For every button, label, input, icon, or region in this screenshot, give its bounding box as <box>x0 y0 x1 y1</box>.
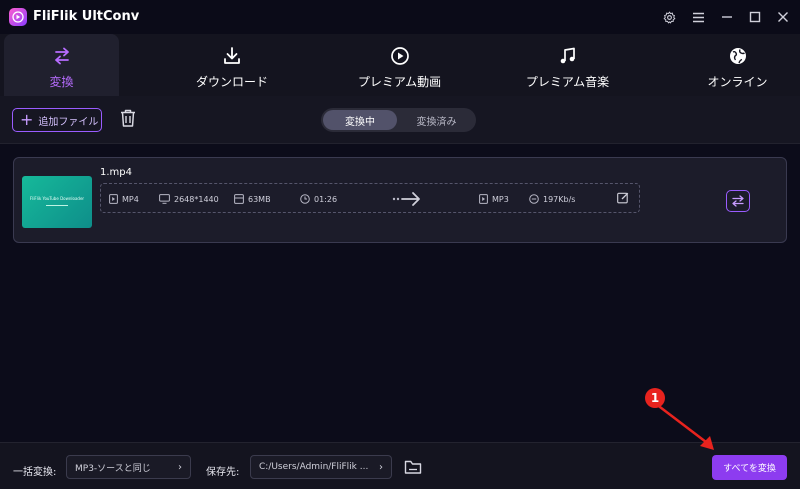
batch-format-value: MP3-ソースと同じ <box>75 463 151 474</box>
segment-converted[interactable]: 変換済み <box>399 110 474 130</box>
tab-label: プレミアム音楽 <box>525 75 610 89</box>
save-path-select[interactable]: C:/Users/Admin/FliFlik ... › <box>250 455 392 479</box>
source-size: 63MB <box>234 192 271 206</box>
target-bitrate: 197Kb/s <box>529 192 575 206</box>
maximize-icon[interactable] <box>746 8 764 26</box>
save-location-label: 保存先: <box>206 467 240 478</box>
trash-icon[interactable] <box>119 108 137 128</box>
music-note-icon <box>558 46 578 66</box>
menu-icon[interactable] <box>689 8 707 26</box>
tab-label: 変換 <box>49 75 74 89</box>
target-bitrate-value: 197Kb/s <box>543 194 576 204</box>
add-file-button[interactable]: + 追加ファイル <box>12 108 102 132</box>
audio-file-icon <box>479 194 488 204</box>
source-duration: 01:26 <box>300 192 337 206</box>
tab-label: ダウンロード <box>195 75 268 89</box>
source-duration-value: 01:26 <box>314 194 338 204</box>
tab-label: オンライン <box>707 75 768 89</box>
annotation-arrow <box>654 402 714 450</box>
open-folder-icon[interactable] <box>404 459 422 475</box>
play-circle-icon <box>390 46 410 66</box>
monitor-icon <box>159 194 170 204</box>
target-format-value: MP3 <box>492 194 509 204</box>
thumbnail-subline <box>46 205 68 206</box>
source-resolution: 2648*1440 <box>159 192 219 206</box>
target-format: MP3 <box>479 192 509 206</box>
storage-icon <box>234 194 244 204</box>
bitrate-icon <box>529 194 539 204</box>
conversion-info-box: MP4 2648*1440 63MB 01:26 MP3 197Kb/s <box>100 183 640 213</box>
download-icon <box>222 46 242 66</box>
file-name: 1.mp4 <box>100 167 132 178</box>
file-list-item: FliFlik YouTube Downloader 1.mp4 MP4 264… <box>13 157 787 243</box>
source-resolution-value: 2648*1440 <box>174 194 219 204</box>
main-navigation: 変換 ダウンロード プレミアム動画 プレミアム音楽 オンライン <box>0 34 800 96</box>
video-thumbnail: FliFlik YouTube Downloader <box>22 176 92 228</box>
globe-icon <box>728 46 748 66</box>
video-file-icon <box>109 194 118 204</box>
convert-arrows-icon <box>52 46 72 66</box>
convert-arrows-icon <box>732 195 744 207</box>
edit-settings-icon[interactable] <box>617 192 629 204</box>
source-size-value: 63MB <box>248 194 271 204</box>
step-number-badge: 1 <box>645 388 665 408</box>
add-file-label: 追加ファイル <box>38 116 99 128</box>
clock-icon <box>300 194 310 204</box>
status-segmented-control: 変換中 変換済み <box>321 108 476 132</box>
app-title: FliFlik UltConv <box>33 9 140 24</box>
tab-label: プレミアム動画 <box>357 75 442 89</box>
minimize-icon[interactable] <box>718 8 736 26</box>
source-format-value: MP4 <box>122 194 139 204</box>
chevron-right-icon: › <box>178 462 182 473</box>
chevron-right-icon: › <box>379 462 383 473</box>
batch-convert-label: 一括変換: <box>13 467 57 478</box>
close-icon[interactable] <box>774 8 792 26</box>
segment-converting[interactable]: 変換中 <box>323 110 397 130</box>
tab-premium-video[interactable]: プレミアム動画 <box>337 34 462 96</box>
convert-file-button[interactable] <box>726 190 750 212</box>
settings-gear-icon[interactable] <box>660 8 678 26</box>
source-format: MP4 <box>109 192 139 206</box>
title-bar: FliFlik UltConv <box>0 0 800 34</box>
app-logo-icon <box>9 8 27 26</box>
batch-format-select[interactable]: MP3-ソースと同じ › <box>66 455 191 479</box>
save-path-value: C:/Users/Admin/FliFlik ... <box>259 462 369 472</box>
conversion-arrow-icon <box>392 192 420 206</box>
tab-online[interactable]: オンライン <box>690 34 785 96</box>
tab-download[interactable]: ダウンロード <box>172 34 292 96</box>
plus-icon: + <box>20 110 34 129</box>
tab-convert[interactable]: 変換 <box>4 34 119 96</box>
thumbnail-text: FliFlik YouTube Downloader <box>29 196 85 201</box>
tab-premium-music[interactable]: プレミアム音楽 <box>505 34 630 96</box>
